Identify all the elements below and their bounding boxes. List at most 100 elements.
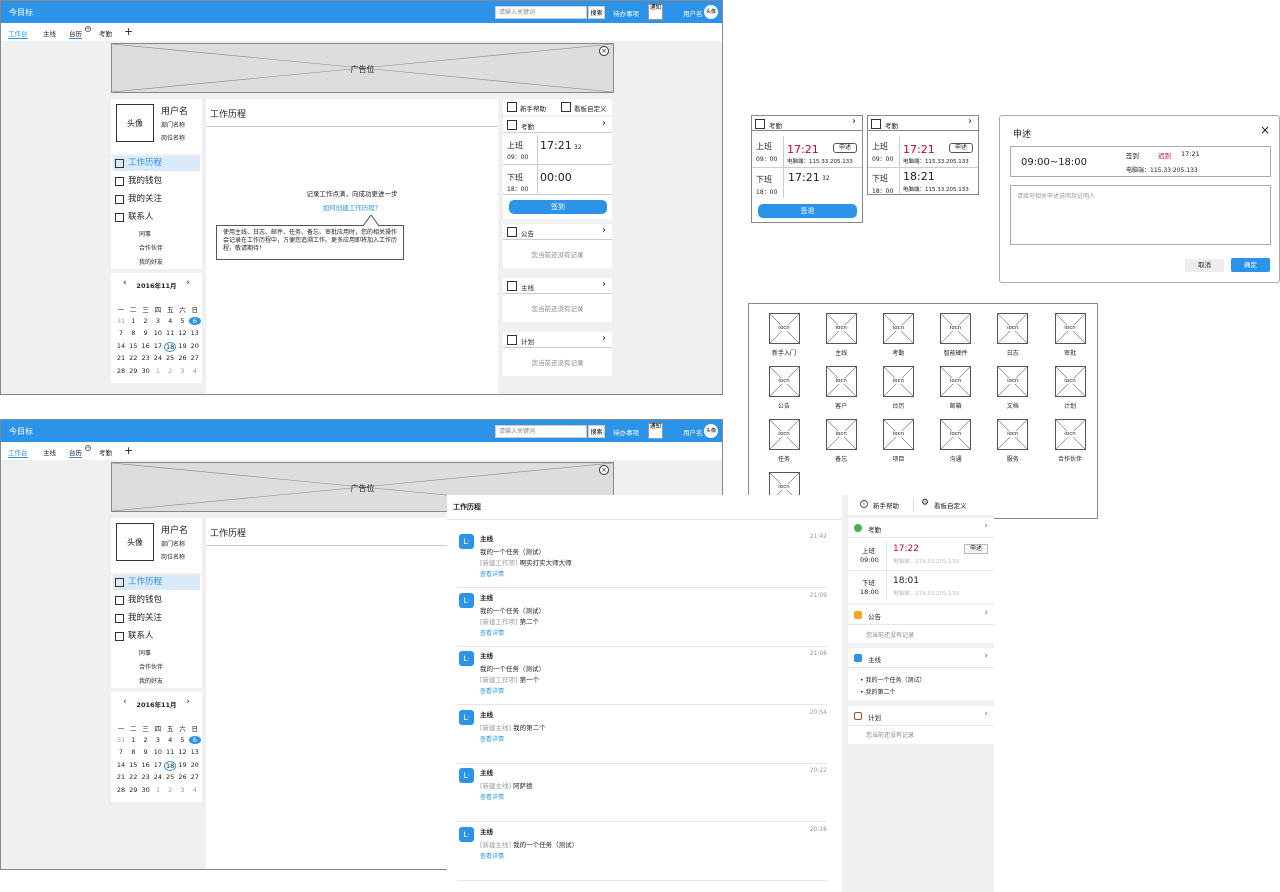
cancel-button[interactable]: 取消 xyxy=(1185,259,1224,272)
tab-attendance[interactable]: 考勤 xyxy=(99,28,112,38)
calendar-day[interactable]: 8 xyxy=(127,329,139,337)
history-item[interactable]: ᒷ 主线 21:09 我的一个任务（测试） [新建工作项] 第二个 查看详情 xyxy=(457,589,827,647)
app-tile[interactable]: iocn 任务 xyxy=(764,419,804,463)
calendar-day[interactable]: 2 xyxy=(164,367,176,375)
ok-button[interactable]: 确定 xyxy=(1231,258,1270,272)
add-tab-icon[interactable]: + xyxy=(124,444,133,457)
contacts-friends[interactable]: 我的好友 xyxy=(139,257,163,266)
app-tile[interactable]: iocn 邮箱 xyxy=(936,366,976,410)
list-item[interactable]: • 我的一个任务（测试） xyxy=(860,675,925,684)
sign-out-button[interactable]: 签退 xyxy=(758,204,857,218)
calendar-day[interactable]: 3 xyxy=(177,367,189,375)
app-tile[interactable]: iocn 合作伙伴 xyxy=(1050,419,1090,463)
appeal-button[interactable]: 申述 xyxy=(949,143,973,153)
search-input[interactable]: 请输入关键词 xyxy=(495,6,587,19)
history-item[interactable]: ᒷ 主线 20:18 [新建主线] 我的一个任务（测试） 查看详情 xyxy=(457,823,827,881)
calendar-day[interactable]: 25 xyxy=(164,773,176,781)
calendar-day[interactable]: 30 xyxy=(140,786,152,794)
how-to-link[interactable]: 如何创建工作历程？ xyxy=(206,202,498,212)
card-header[interactable]: 考勤 › xyxy=(868,116,978,131)
calendar-day[interactable]: 20 xyxy=(189,342,201,350)
history-item[interactable]: ᒷ 主线 21:08 我的一个任务（测试） [新建工作项] 第一个 查看详情 xyxy=(457,647,827,705)
calendar-day[interactable]: 21 xyxy=(115,354,127,362)
search-input[interactable]: 请输入关键词 xyxy=(495,425,587,438)
calendar-day[interactable]: 10 xyxy=(152,329,164,337)
calendar-day[interactable]: 5 xyxy=(177,736,189,744)
calendar-day[interactable]: 1 xyxy=(152,786,164,794)
chevron-right-icon[interactable]: › xyxy=(602,118,606,129)
calendar-day[interactable]: 7 xyxy=(115,748,127,756)
calendar-day[interactable]: 18 xyxy=(164,760,177,771)
tab-mainline[interactable]: 主线 xyxy=(43,28,56,38)
avatar[interactable]: 头像 xyxy=(116,523,154,561)
chevron-right-icon[interactable]: › xyxy=(602,333,606,344)
calendar-day[interactable]: 3 xyxy=(152,736,164,744)
contacts-colleagues[interactable]: 同事 xyxy=(139,648,151,657)
chevron-right-icon[interactable]: › xyxy=(984,709,988,719)
calendar-day[interactable]: 15 xyxy=(127,761,139,769)
next-month-icon[interactable]: › xyxy=(186,278,190,288)
chevron-right-icon[interactable]: › xyxy=(984,608,988,618)
calendar-day[interactable]: 29 xyxy=(127,786,139,794)
calendar-day[interactable]: 6 xyxy=(188,316,201,325)
view-detail-link[interactable]: 查看详情 xyxy=(480,628,504,637)
calendar-day[interactable]: 13 xyxy=(189,748,201,756)
calendar-day[interactable]: 13 xyxy=(189,329,201,337)
calendar-day[interactable]: 14 xyxy=(115,761,127,769)
calendar-day[interactable]: 19 xyxy=(177,342,189,350)
calendar-day[interactable]: 11 xyxy=(164,748,176,756)
contacts-friends[interactable]: 我的好友 xyxy=(139,676,163,685)
card-header[interactable]: 公告 › xyxy=(503,224,612,240)
app-tile[interactable]: iocn 新手入门 xyxy=(764,313,804,357)
appeal-button[interactable]: 申述 xyxy=(833,143,857,153)
history-item[interactable]: ᒷ 主线 20:54 [新建主线] 我的第二个 查看详情 xyxy=(457,706,827,764)
app-tile[interactable]: iocn 计划 xyxy=(1050,366,1090,410)
calendar-day[interactable]: 24 xyxy=(152,773,164,781)
app-tile[interactable]: iocn 项目 xyxy=(878,419,918,463)
calendar-day[interactable]: 18 xyxy=(164,341,177,352)
calendar-day[interactable]: 15 xyxy=(127,342,139,350)
calendar-day[interactable]: 20 xyxy=(189,761,201,769)
customize-link[interactable]: 看板自定义 xyxy=(574,103,607,113)
menu-item-wallet[interactable]: 我的钱包 xyxy=(113,174,200,189)
calendar-day[interactable]: 23 xyxy=(140,773,152,781)
app-tile[interactable]: iocn 考勤 xyxy=(878,313,918,357)
menu-item-work-history[interactable]: 工作历程 xyxy=(113,575,200,590)
calendar-day[interactable]: 4 xyxy=(164,317,176,325)
calendar-day[interactable]: 29 xyxy=(127,367,139,375)
card-header[interactable]: 考勤 › xyxy=(503,117,612,133)
avatar[interactable]: 头像 xyxy=(116,104,154,142)
view-detail-link[interactable]: 查看详情 xyxy=(480,734,504,743)
tab-mainline[interactable]: 主线 xyxy=(43,447,56,457)
menu-item-work-history[interactable]: 工作历程 xyxy=(113,156,200,171)
calendar-day[interactable]: 17 xyxy=(152,761,164,769)
view-detail-link[interactable]: 查看详情 xyxy=(480,569,504,578)
ad-banner[interactable]: 广告位 × xyxy=(111,43,614,93)
calendar-day[interactable]: 31 xyxy=(115,317,127,325)
calendar-day[interactable]: 9 xyxy=(140,748,152,756)
tab-workbench[interactable]: 工作台 xyxy=(8,447,28,458)
calendar-day[interactable]: 6 xyxy=(188,735,201,744)
calendar-day[interactable]: 30 xyxy=(140,367,152,375)
app-tile[interactable]: iocn 主线 xyxy=(821,313,861,357)
customize-link[interactable]: 看板自定义 xyxy=(934,500,967,510)
calendar-day[interactable]: 28 xyxy=(115,367,127,375)
calendar-day[interactable]: 1 xyxy=(127,736,139,744)
menu-item-contacts[interactable]: 联系人 xyxy=(113,210,200,225)
menu-item-follow[interactable]: 我的关注 xyxy=(113,611,200,626)
calendar-day[interactable]: 1 xyxy=(152,367,164,375)
app-tile[interactable]: iocn 备忘 xyxy=(821,419,861,463)
app-tile[interactable]: iocn 日志 xyxy=(993,313,1033,357)
close-icon[interactable]: × xyxy=(1260,123,1270,137)
contacts-partners[interactable]: 合作伙伴 xyxy=(139,243,163,252)
calendar-day[interactable]: 12 xyxy=(177,748,189,756)
notify-button[interactable]: 通知 xyxy=(648,4,663,20)
calendar-day[interactable]: 19 xyxy=(177,761,189,769)
calendar-day[interactable]: 26 xyxy=(177,773,189,781)
menu-item-wallet[interactable]: 我的钱包 xyxy=(113,593,200,608)
card-header[interactable]: 主线 › xyxy=(503,278,612,294)
calendar-day[interactable]: 21 xyxy=(115,773,127,781)
calendar-day[interactable]: 25 xyxy=(164,354,176,362)
view-detail-link[interactable]: 查看详情 xyxy=(480,851,504,860)
sign-in-button[interactable]: 签到 xyxy=(509,200,607,214)
